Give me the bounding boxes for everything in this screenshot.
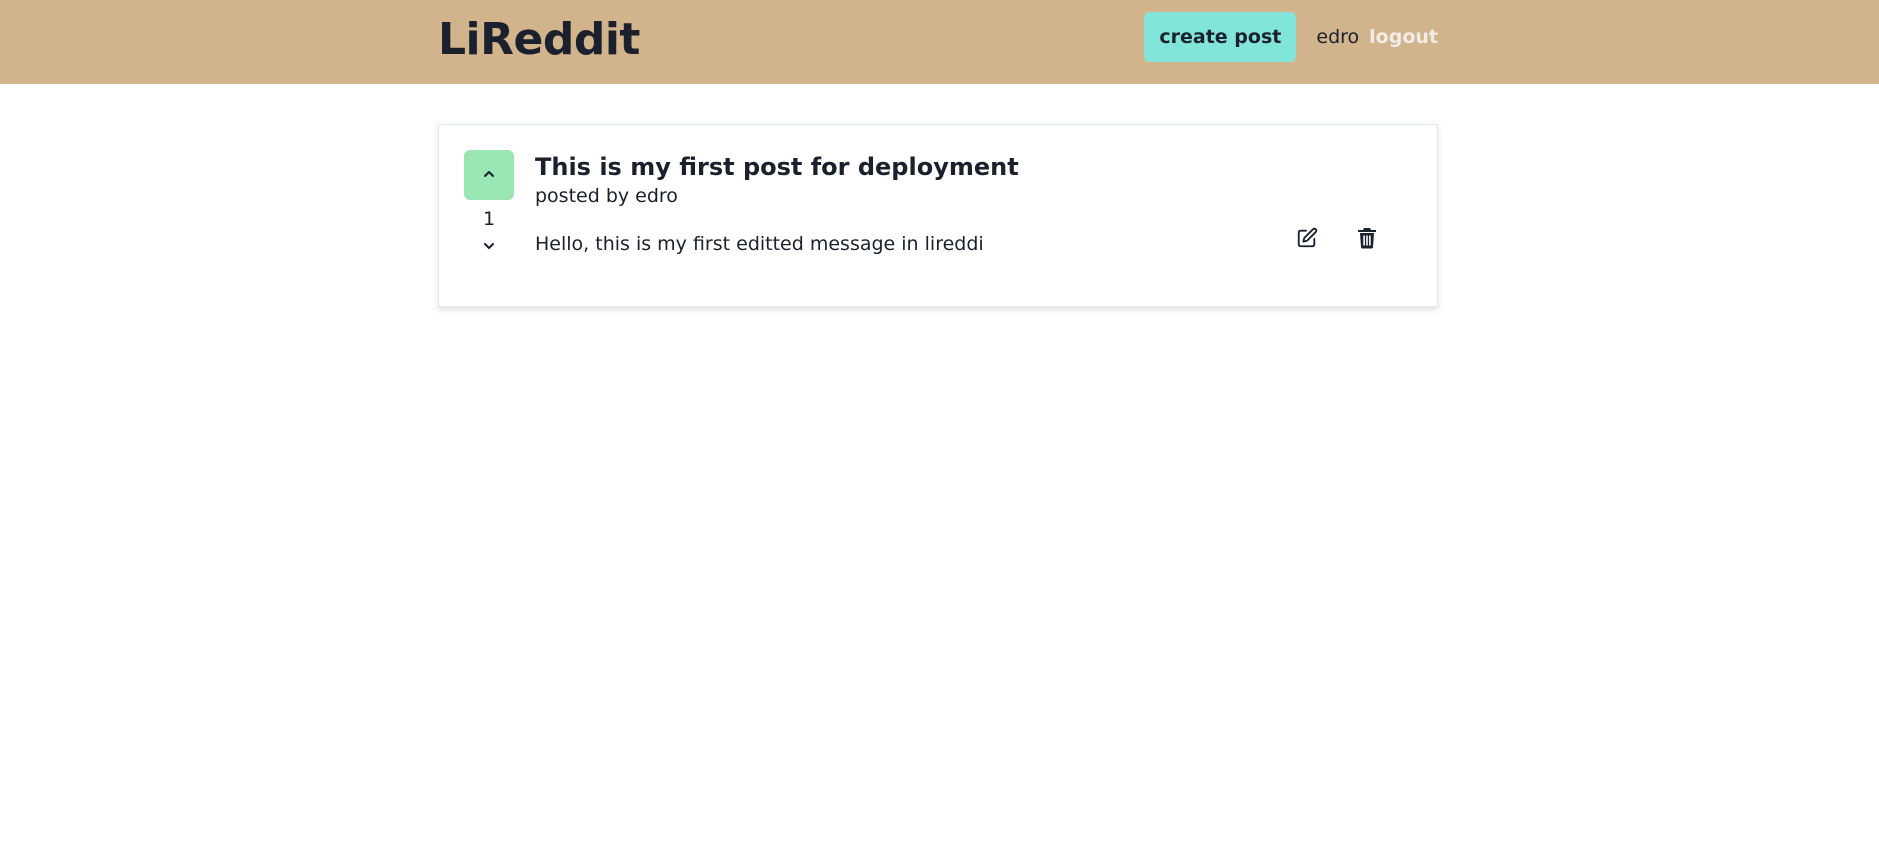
post-title[interactable]: This is my first post for deployment [535,151,1019,183]
brand-logo[interactable]: LiReddit [438,10,640,70]
post-author: posted by edro [535,185,678,207]
navbar: LiReddit create post edro logout [0,0,1879,84]
username-label: edro [1316,26,1360,48]
chevron-up-icon [482,167,496,184]
navbar-actions: create post edro logout [1144,12,1438,62]
navbar-inner: LiReddit create post edro logout [438,0,1438,84]
post-card: 1 This is my first post for deployment p… [438,124,1438,307]
edit-post-button[interactable] [1287,219,1327,259]
post-content: This is my first post for deployment pos… [535,151,1019,257]
upvote-button[interactable] [464,150,514,200]
delete-post-button[interactable] [1347,219,1387,259]
vote-score: 1 [482,208,496,230]
chevron-down-icon [482,239,496,256]
vote-section: 1 [464,150,514,262]
post-text: Hello, this is my first editted message … [535,233,984,255]
create-post-button[interactable]: create post [1144,12,1297,62]
downvote-button[interactable] [464,232,514,262]
trash-icon [1357,227,1377,252]
edit-icon [1296,227,1318,252]
logout-button[interactable]: logout [1369,26,1438,48]
